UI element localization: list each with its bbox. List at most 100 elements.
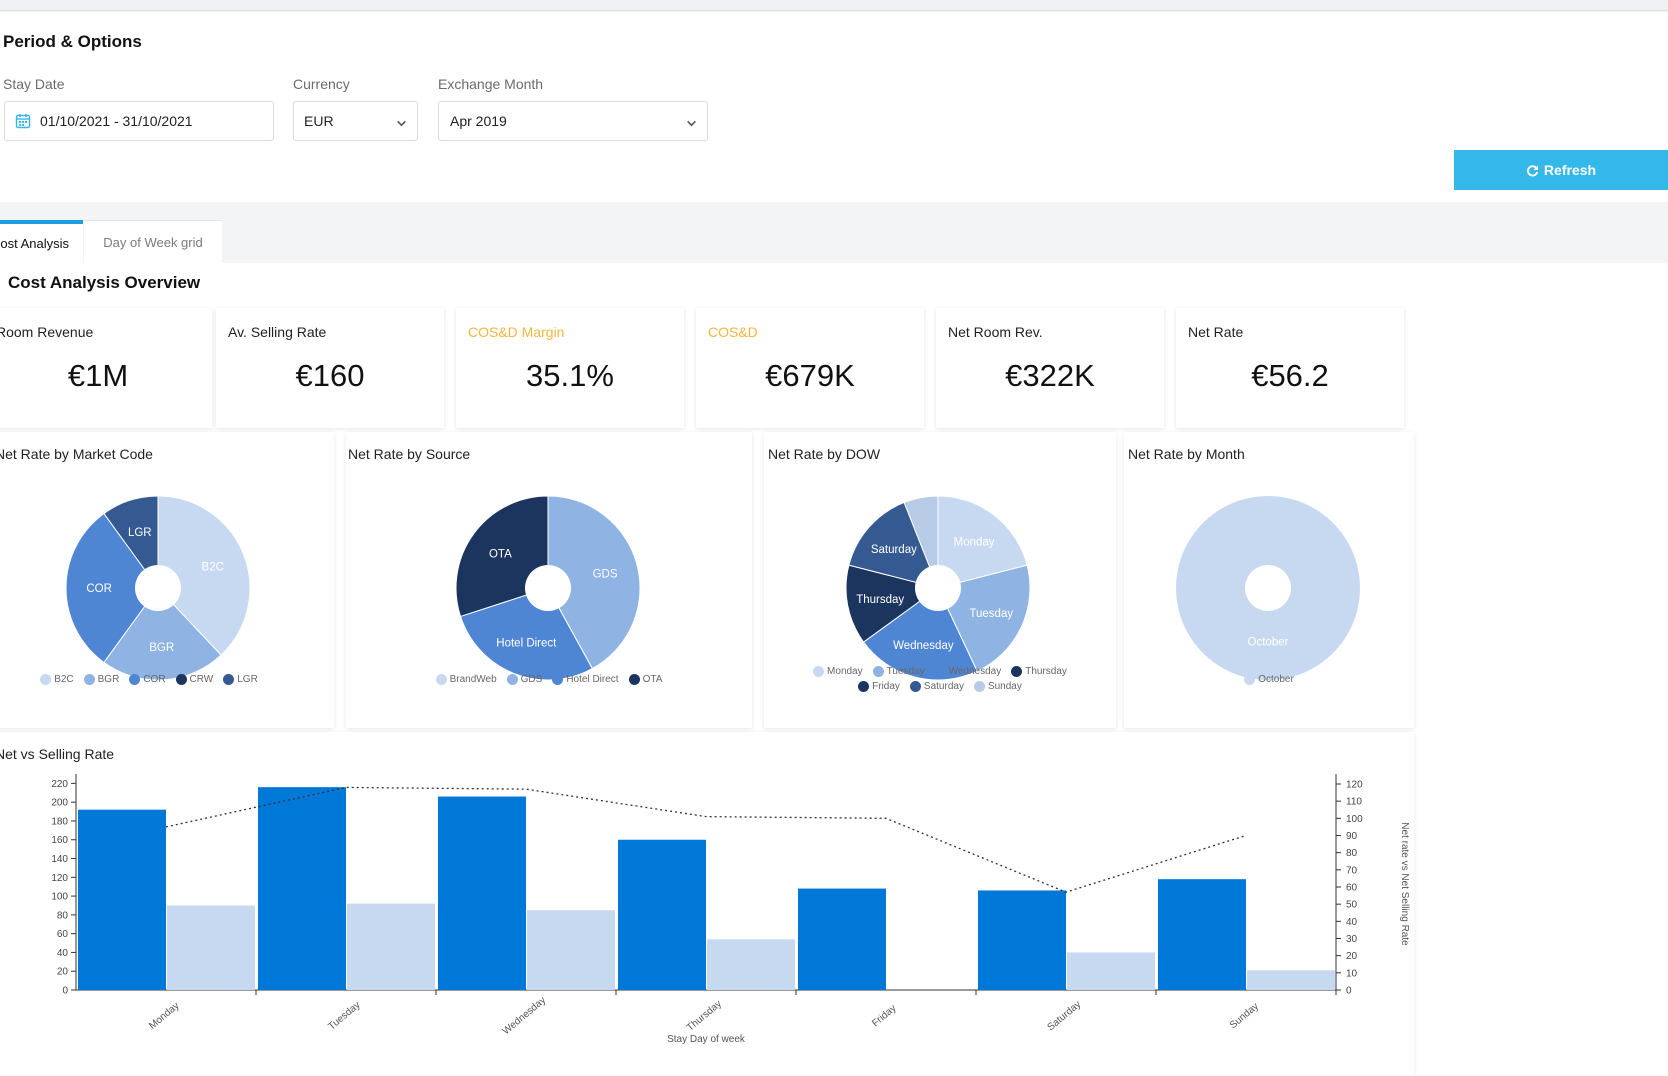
legend-swatch [435,674,447,685]
legend-swatch [129,674,141,685]
tab-cost-analysis[interactable]: Cost Analysis [0,220,83,263]
pie-chart-source: GDS Hotel Direct OTA [455,495,641,681]
pie-card-month: Net Rate by Month October October [1124,432,1414,728]
bar-saturday-net[interactable] [1067,952,1155,990]
pie-card-market-code: Net Rate by Market Code B2C BGR COR LGR B2C… [0,432,334,728]
pie-chart-market-code: B2C BGR COR LGR [65,495,251,681]
legend-label: BrandWeb [449,674,497,685]
pie-slice-label: October [1248,636,1289,648]
legend-item-brandweb[interactable]: BrandWeb [435,674,497,685]
y2-tick-label: 10 [1346,968,1358,979]
top-border [0,0,1668,11]
y2-tick-label: 70 [1346,865,1358,876]
x-tick-label: Saturday [1046,999,1084,1033]
bar-wednesday-selling[interactable] [438,796,526,990]
kpi-value: €56.2 [1251,358,1329,393]
kpi-net-room-rev: Net Room Rev. €322K [936,308,1164,428]
y-tick-label: 0 [62,986,68,997]
refresh-button[interactable]: Refresh [1454,150,1668,190]
exchange-month-value: Apr 2019 [450,113,507,129]
legend-item-tuesday[interactable]: Tuesday [872,666,925,677]
pie-slice-label: Wednesday [893,640,954,652]
bar-tuesday-net[interactable] [347,903,435,990]
legend-swatch [813,666,825,677]
y2-tick-label: 110 [1346,797,1362,808]
y-tick-label: 200 [51,798,68,809]
legend-item-cor[interactable]: COR [129,674,166,685]
y-tick-label: 140 [51,854,68,865]
legend-item-ota[interactable]: OTA [628,674,663,685]
exchange-month-label: Exchange Month [438,76,544,92]
legend-swatch [872,666,884,677]
legend-swatch [223,674,235,685]
x-tick-label: Monday [147,1000,181,1031]
legend-label: CRW [189,674,214,685]
pie-card-source: Net Rate by Source GDS Hotel Direct OTA Br… [346,432,752,728]
exchange-month-select[interactable]: Apr 2019 [438,101,708,141]
bar-thursday-selling[interactable] [618,839,706,990]
legend-label: Hotel Direct [566,674,619,685]
y-tick-label: 220 [51,779,68,790]
legend-item-bgr[interactable]: BGR [83,674,119,685]
legend-item-wednesday[interactable]: Wednesday [934,666,1001,677]
overview-title: Cost Analysis Overview [8,273,201,292]
legend-label: Thursday [1025,666,1067,677]
legend-item-saturday[interactable]: Saturday [909,681,964,692]
y2-tick-label: 60 [1346,883,1358,894]
legend-label: COR [143,674,166,685]
bar-sunday-selling[interactable] [1158,879,1246,990]
kpi-label: Net Rate [1188,324,1244,340]
legend-item-gds[interactable]: GDS [506,674,543,685]
pie-card-dow: Net Rate by DOW Monday Tuesday Wednesday Th… [764,432,1116,728]
kpi-value: €322K [1005,358,1095,393]
legend-swatch [506,674,518,685]
legend-swatch [628,674,640,685]
bar-wednesday-net[interactable] [527,910,615,990]
legend-item-sunday[interactable]: Sunday [973,681,1022,692]
legend-item-friday[interactable]: Friday [858,681,900,692]
kpi-label: Av. Selling Rate [228,324,327,340]
legend-item-b2c[interactable]: B2C [40,674,74,685]
bar-monday-net[interactable] [167,905,255,990]
legend-label: Friday [872,681,900,692]
legend-label: Monday [827,666,863,677]
legend-item-monday[interactable]: Monday [813,666,863,677]
pie-slice-label: BGR [149,642,174,654]
chart-legend: October [1144,674,1394,685]
currency-select[interactable]: EUR [293,101,418,141]
tab-day-of-week-grid[interactable]: Day of Week grid [84,220,222,263]
kpi-cosd: COS&D €679K [696,308,924,428]
legend-label: GDS [520,674,543,685]
bar-thursday-net[interactable] [707,939,795,990]
x-tick-label: Friday [870,1003,898,1029]
legend-label: October [1258,674,1294,685]
chart-legend: BrandWeb GDS Hotel Direct OTA [386,674,712,685]
bar-tuesday-selling[interactable] [258,787,346,990]
legend-item-thursday[interactable]: Thursday [1011,666,1067,677]
bar-card-net-vs-selling: Net vs Selling Rate 0 20 40 60 80 100 120 140 16… [0,732,1414,1076]
bar-monday-selling[interactable] [78,809,166,990]
bar-sunday-net[interactable] [1247,970,1335,990]
bar-friday-selling[interactable] [798,888,886,990]
y2-tick-label: 40 [1346,917,1358,928]
legend-item-crw[interactable]: CRW [175,674,214,685]
x-tick-label: Wednesday [501,995,548,1037]
options-title: Period & Options [3,32,142,51]
legend-label: Sunday [987,681,1022,692]
legend-item-october[interactable]: October [1244,674,1294,685]
legend-item-lgr[interactable]: LGR [223,674,258,685]
x-tick-label: Sunday [1228,1001,1261,1031]
y-tick-label: 180 [51,816,68,827]
stay-date-field[interactable]: 01/10/2021 - 31/10/2021 [4,101,274,141]
bar-saturday-selling[interactable] [978,890,1066,990]
y-tick-label: 80 [57,910,69,921]
x-tick-label: Thursday [685,998,724,1033]
legend-swatch [552,674,564,685]
legend-label: OTA [642,674,663,685]
legend-item-hotel-direct[interactable]: Hotel Direct [552,674,619,685]
options-panel: Period & Options Stay Date 01/10/2021 - … [0,12,1668,202]
x-axis-label: Stay Day of week [667,1034,746,1045]
kpi-label: Room Revenue [0,324,94,340]
y-tick-label: 160 [51,835,68,846]
kpi-av-selling-rate: Av. Selling Rate €160 [216,308,444,428]
